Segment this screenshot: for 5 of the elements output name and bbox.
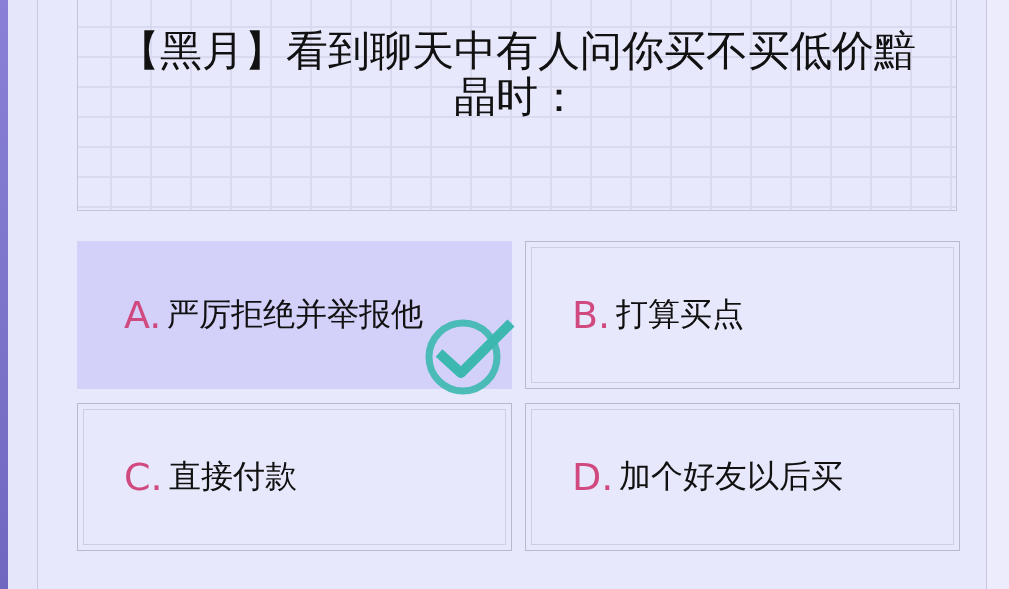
answer-option[interactable]: A.严厉拒绝并举报他 <box>77 241 512 389</box>
answer-option[interactable]: B.打算买点 <box>525 241 960 389</box>
question-text: 【黑月】看到聊天中有人问你买不买低价黯晶时： <box>117 28 917 120</box>
answer-option[interactable]: D.加个好友以后买 <box>525 403 960 551</box>
answer-option[interactable]: C.直接付款 <box>77 403 512 551</box>
